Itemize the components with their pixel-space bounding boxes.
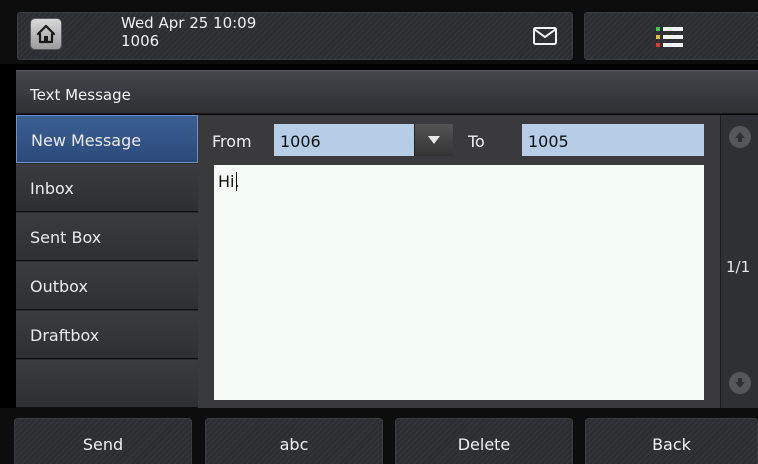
sidebar-item-empty [16, 360, 198, 408]
to-field[interactable]: 1005 [522, 124, 704, 156]
home-icon [36, 24, 56, 44]
from-label: From [212, 132, 252, 151]
page-title: Text Message [30, 86, 131, 104]
page-indicator: 1/1 [726, 258, 751, 276]
from-dropdown-button[interactable] [414, 124, 453, 156]
status-panel [17, 12, 573, 60]
sidebar-item-new-message[interactable]: New Message [16, 115, 198, 163]
sidebar: New Message Inbox Sent Box Outbox Draftb… [16, 115, 198, 408]
message-icon[interactable] [532, 26, 558, 46]
sidebar-item-draftbox[interactable]: Draftbox [16, 311, 198, 359]
arrow-down-icon [735, 378, 745, 388]
date-time: Wed Apr 25 10:09 [121, 14, 257, 32]
to-label: To [468, 132, 485, 151]
sidebar-item-outbox[interactable]: Outbox [16, 262, 198, 310]
back-button[interactable]: Back [585, 418, 758, 464]
send-button[interactable]: Send [14, 418, 192, 464]
scroll-up-button[interactable] [729, 126, 751, 148]
input-mode-button[interactable]: abc [205, 418, 383, 464]
scroll-down-button[interactable] [729, 372, 751, 394]
title-bar: Text Message [16, 70, 758, 114]
menu-icon[interactable] [652, 25, 688, 49]
from-select[interactable]: 1006 [274, 124, 414, 156]
delete-button[interactable]: Delete [395, 418, 573, 464]
home-button[interactable] [30, 18, 62, 50]
arrow-up-icon [735, 132, 745, 142]
sidebar-item-inbox[interactable]: Inbox [16, 164, 198, 212]
text-caret [236, 172, 237, 191]
dropdown-arrow-icon [428, 136, 440, 144]
account-number: 1006 [121, 32, 160, 50]
message-body-input[interactable] [214, 165, 704, 400]
sidebar-item-sent-box[interactable]: Sent Box [16, 213, 198, 261]
